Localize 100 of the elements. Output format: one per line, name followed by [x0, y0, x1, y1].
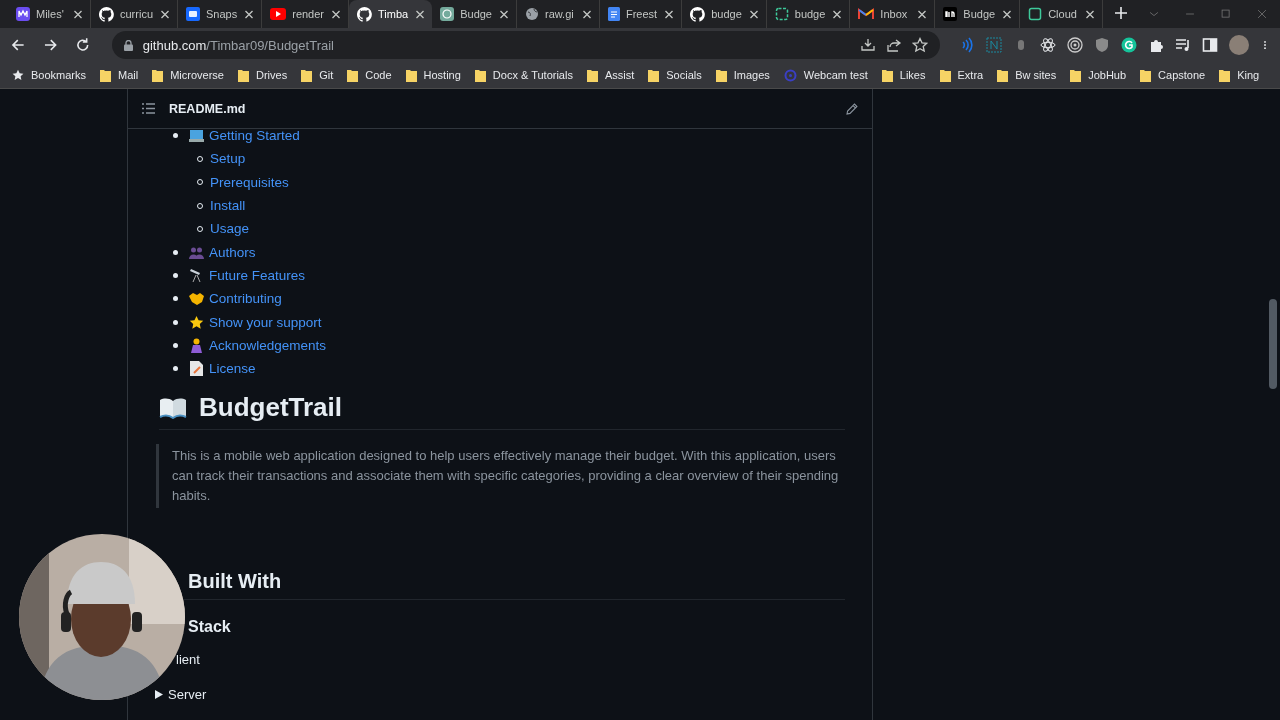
details-summary[interactable]: Server	[168, 687, 207, 703]
folder-icon	[648, 68, 660, 82]
close-icon[interactable]	[916, 9, 929, 19]
bookmark-item[interactable]: Bookmarks	[12, 69, 87, 81]
triangle-icon[interactable]	[155, 690, 163, 700]
address-bar[interactable]: github.com/Timbar09/BudgetTrail	[111, 31, 940, 59]
playlist-icon[interactable]	[1175, 37, 1191, 53]
bookmark-item[interactable]: Images	[715, 68, 770, 82]
folder-icon	[1070, 68, 1082, 82]
download-icon[interactable]	[860, 37, 876, 53]
back-icon[interactable]	[10, 37, 26, 53]
bookmark-item[interactable]: Hosting	[405, 68, 461, 82]
description-quote: This is a mobile web application designed to help users effectively manage their budget. With this application, users can track their transactions and associate them with specific categories, providing a clear overview of their spending habits.	[156, 444, 845, 509]
close-icon[interactable]	[1001, 9, 1014, 19]
toc-link[interactable]: License	[209, 361, 256, 377]
shield-icon[interactable]	[1094, 37, 1110, 53]
bullet	[173, 342, 178, 348]
target-icon[interactable]	[1067, 37, 1083, 53]
close-icon[interactable]	[498, 9, 510, 19]
bookmark-item[interactable]: Assist	[586, 68, 635, 82]
close-icon[interactable]	[1084, 9, 1097, 19]
close-icon[interactable]	[581, 9, 593, 19]
document-icon	[189, 361, 203, 377]
bookmark-item[interactable]: Git	[301, 68, 334, 82]
star-icon[interactable]	[912, 37, 928, 53]
pencil-icon[interactable]	[846, 102, 858, 115]
toc-link[interactable]: Setup	[210, 151, 246, 167]
toc-link[interactable]: Authors	[209, 244, 256, 260]
logo-icon	[186, 7, 200, 21]
details-summary[interactable]: lient	[176, 652, 200, 668]
toc-link[interactable]: Prerequisites	[210, 174, 289, 190]
bookmark-item[interactable]: Extra	[939, 68, 984, 82]
close-icon[interactable]	[747, 9, 760, 19]
new-tab-icon[interactable]	[1115, 7, 1128, 19]
bullet	[173, 366, 178, 372]
toc-link[interactable]: Show your support	[209, 314, 322, 330]
globe-icon	[525, 7, 539, 21]
close-icon[interactable]	[243, 9, 256, 19]
folder-icon	[881, 68, 893, 82]
bullet	[173, 272, 178, 278]
share-icon[interactable]	[886, 37, 902, 53]
toc-link[interactable]: Usage	[210, 221, 250, 237]
close-icon[interactable]	[831, 9, 844, 19]
logo-icon	[440, 7, 455, 21]
close-icon[interactable]	[159, 9, 171, 19]
close-icon[interactable]	[330, 9, 342, 19]
github-icon	[690, 6, 706, 22]
bookmark-item[interactable]: Socials	[648, 68, 702, 82]
close-icon[interactable]	[663, 9, 676, 19]
bookmark-item[interactable]: Bw sites	[997, 68, 1057, 82]
folder-icon	[301, 68, 313, 82]
bookmark-item[interactable]: Code	[347, 68, 392, 82]
frame-icon	[774, 7, 789, 21]
folder-icon	[100, 68, 112, 82]
lock-icon	[123, 39, 133, 51]
avatar-icon[interactable]	[1229, 35, 1249, 55]
list-icon[interactable]	[142, 103, 155, 114]
bookmark-item[interactable]: Likes	[881, 68, 926, 82]
bookmark-item[interactable]: Microverse	[152, 68, 224, 82]
bookmark-item[interactable]: JobHub	[1070, 68, 1127, 82]
close-icon[interactable]	[72, 9, 84, 19]
bookmark-item[interactable]: Webcam test	[783, 68, 868, 82]
bullet	[173, 319, 178, 325]
toc-link[interactable]: Acknowledgements	[209, 337, 327, 353]
bullet	[173, 249, 178, 255]
readme-title: BudgetTrail	[199, 392, 342, 424]
atom-icon[interactable]	[1040, 37, 1056, 53]
folder-icon	[347, 68, 359, 82]
toc-link[interactable]: Getting Started	[209, 128, 300, 144]
bookmark-item[interactable]: King	[1219, 68, 1260, 82]
folder-icon	[715, 68, 727, 82]
bullet	[173, 133, 178, 139]
toc-link[interactable]: Future Features	[209, 267, 306, 283]
laptop-icon	[188, 128, 204, 143]
github-icon	[99, 6, 114, 22]
close-icon[interactable]	[414, 9, 427, 19]
bookmark-item[interactable]: Mail	[100, 68, 139, 82]
bullet	[173, 296, 178, 302]
folder-icon	[939, 68, 951, 82]
toc-link[interactable]: Contributing	[209, 291, 282, 307]
person-icon	[189, 337, 203, 353]
reload-icon[interactable]	[75, 37, 91, 53]
bookmark-item[interactable]: Docx & Tutorials	[474, 68, 573, 82]
toc-link[interactable]: Install	[210, 198, 246, 214]
grammar-icon[interactable]	[1121, 37, 1137, 53]
folder-icon	[152, 68, 164, 82]
browser-tab[interactable]: Timba	[349, 0, 433, 28]
bookmark-item[interactable]: Capstone	[1140, 68, 1206, 82]
url-text: github.com/Timbar09/BudgetTrail	[142, 37, 335, 53]
folder-icon	[474, 68, 486, 82]
bookmark-item[interactable]: Drives	[238, 68, 288, 82]
folder-icon	[586, 68, 598, 82]
side-panel-icon[interactable]	[1202, 37, 1218, 53]
logo-icon	[943, 7, 958, 21]
folder-icon	[405, 68, 417, 82]
folder-icon	[997, 68, 1009, 82]
puzzle-icon[interactable]	[1148, 37, 1164, 53]
forward-icon[interactable]	[42, 37, 59, 53]
scrollbar-thumb[interactable]	[1269, 299, 1277, 389]
logo-icon	[16, 7, 30, 21]
